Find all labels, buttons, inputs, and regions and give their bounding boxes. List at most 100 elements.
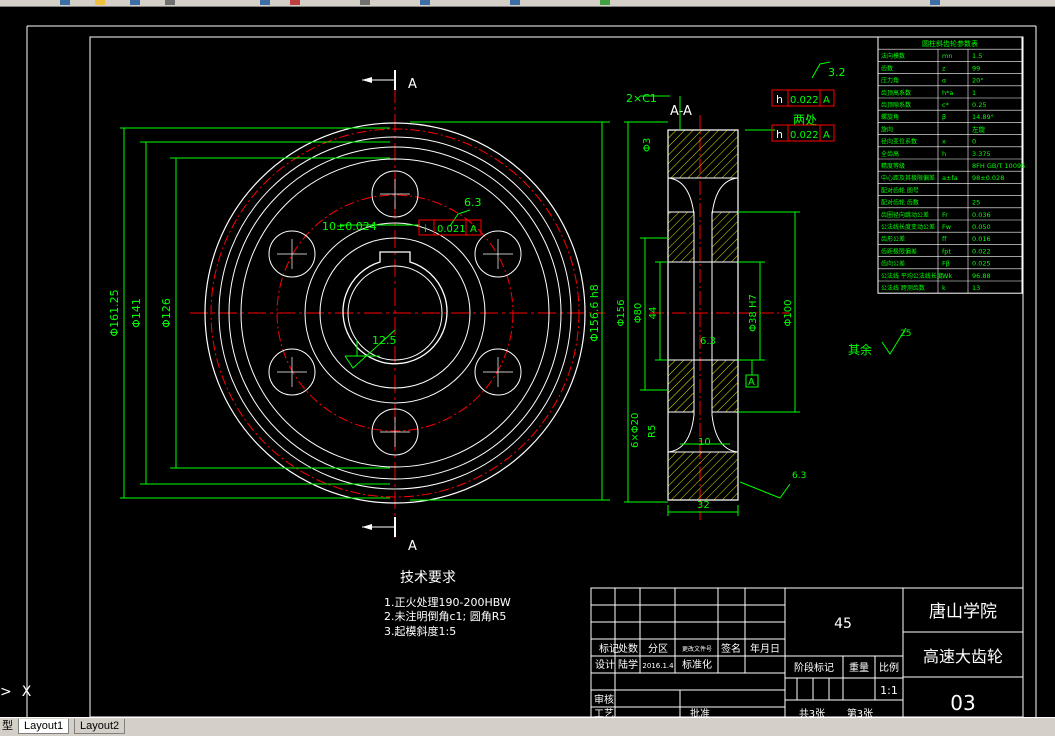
ucs-icon: > X bbox=[0, 684, 31, 700]
dim-d1: Φ161.25 bbox=[108, 289, 121, 336]
print-icon[interactable] bbox=[165, 0, 175, 5]
fcf-side-datum: A bbox=[823, 130, 830, 141]
tb-weight-label: 重量 bbox=[849, 661, 869, 674]
tb-design-label: 设计 bbox=[595, 658, 615, 671]
gear-table-param: 齿形公差 bbox=[881, 235, 905, 243]
rough-rest: 其余 bbox=[848, 342, 872, 357]
gear-table-param: 中心距及其极限偏差 bbox=[881, 174, 935, 182]
tb-col-sign: 签名 bbox=[721, 642, 741, 655]
gear-table-symbol: Fr bbox=[942, 211, 948, 219]
datum-a: A bbox=[748, 377, 755, 388]
dim-d80: Φ80 bbox=[633, 303, 644, 324]
gear-table-param: 精度等级 bbox=[881, 162, 905, 170]
gear-table-param: 齿向公差 bbox=[881, 260, 905, 268]
tb-part-name: 高速大齿轮 bbox=[923, 647, 1003, 666]
gear-table-param: 齿圈径向跳动公差 bbox=[881, 211, 929, 219]
gear-table-symbol: Fβ bbox=[942, 260, 950, 268]
dim-face: Φ3 bbox=[642, 138, 653, 152]
tb-stage-label: 阶段标记 bbox=[794, 661, 834, 674]
rough-keyway: 6.3 bbox=[464, 196, 482, 209]
gear-table-param: 螺旋角 bbox=[881, 113, 899, 121]
fcf-keyway-datum: A bbox=[470, 224, 477, 235]
cut-icon[interactable] bbox=[260, 0, 270, 5]
dim-d3: Φ126 bbox=[160, 298, 173, 328]
gear-table-param: 公法线 跨测齿数 bbox=[881, 284, 925, 292]
section-dimension-lines bbox=[624, 61, 907, 516]
tb-sheets-total: 共3张 bbox=[799, 708, 825, 717]
tb-col-date: 年月日 bbox=[750, 642, 780, 655]
gear-table-symbol: Wk bbox=[942, 272, 952, 280]
gear-table-value: 14.89° bbox=[972, 113, 994, 121]
tb-col-count: 处数 bbox=[618, 642, 638, 655]
gear-table-param: 配对齿轮 齿数 bbox=[881, 199, 919, 207]
gear-table-symbol: α bbox=[942, 77, 946, 85]
gear-table-param: 旋向 bbox=[881, 125, 893, 133]
gear-table-symbol: h bbox=[942, 150, 946, 158]
open-icon[interactable] bbox=[95, 0, 105, 5]
gear-table-symbol: mn bbox=[942, 52, 952, 60]
drawing-canvas[interactable]: A A Φ161.25 Φ141 Φ126 Φ156.6 h8 10±0.024… bbox=[0, 6, 1055, 717]
gear-table-value: 1 bbox=[972, 89, 976, 97]
gear-table-value: 1.5 bbox=[972, 52, 982, 60]
dim-d156: Φ156 bbox=[616, 300, 627, 327]
gear-table-symbol: a±fa bbox=[942, 174, 958, 182]
gear-parameter-table: 圆柱斜齿轮参数表法向模数 mn 1.5 齿数 z 99 压力角 α 20° 齿顶高系数 h*a 1 齿顶… bbox=[877, 36, 1025, 294]
tb-approve-label: 批准 bbox=[690, 707, 710, 717]
front-dimension-lines bbox=[120, 121, 610, 501]
rough-web: 6.3 bbox=[700, 336, 716, 347]
tb-scale-value: 1:1 bbox=[880, 684, 898, 697]
gear-table-value: 0.036 bbox=[972, 211, 991, 219]
gear-table-value: 99 bbox=[972, 64, 980, 72]
new-icon[interactable] bbox=[60, 0, 70, 5]
layer-icon[interactable] bbox=[510, 0, 520, 5]
fcf-keyway-sym: i bbox=[424, 224, 427, 235]
tb-designer: 陆学 bbox=[618, 658, 638, 671]
section-view-label: A-A bbox=[670, 104, 692, 119]
gear-table-param: 压力角 bbox=[881, 77, 899, 85]
rough-side: 6.3 bbox=[792, 471, 806, 481]
gear-table-symbol: fpt bbox=[942, 247, 951, 255]
dim-d100: Φ100 bbox=[783, 300, 794, 327]
dim-chamfer: 2×C1 bbox=[626, 92, 657, 105]
fcf-top-datum: A bbox=[823, 95, 830, 106]
gear-table-param: 公法线 平均公法线长度 bbox=[881, 272, 943, 280]
help-icon[interactable] bbox=[930, 0, 940, 5]
gear-table-param: 齿距极限偏差 bbox=[881, 247, 917, 255]
gear-table-value: 左旋 bbox=[972, 124, 986, 133]
gear-table-value: 0.022 bbox=[972, 247, 991, 255]
tech-req-item-1: 1.正火处理190-200HBW bbox=[384, 596, 511, 609]
copy-icon[interactable] bbox=[290, 0, 300, 5]
gear-table-value: 20° bbox=[972, 77, 984, 85]
paste-icon[interactable] bbox=[360, 0, 370, 5]
layout-tab-bar: 型 Layout1 Layout2 bbox=[0, 717, 1055, 736]
gear-table-param: 法向模数 bbox=[881, 52, 905, 60]
gear-table-value: 8FH GB/T 10095 bbox=[972, 162, 1025, 170]
fcf-side-sym: h bbox=[776, 128, 783, 141]
front-view bbox=[190, 70, 605, 540]
save-icon[interactable] bbox=[130, 0, 140, 5]
gear-table-symbol: Fw bbox=[942, 223, 952, 231]
tab-model[interactable]: 型 bbox=[0, 719, 15, 733]
section-marker-bottom: A bbox=[408, 539, 417, 554]
tab-layout2[interactable]: Layout2 bbox=[74, 719, 126, 734]
properties-icon[interactable] bbox=[600, 0, 610, 5]
gear-table-param: 齿数 bbox=[881, 64, 893, 72]
fcf-top-sym: h bbox=[776, 93, 783, 106]
section-marker-top: A bbox=[408, 77, 417, 92]
gear-table-value: 0 bbox=[972, 138, 976, 146]
tb-process-label: 工艺 bbox=[594, 708, 614, 717]
tab-layout1[interactable]: Layout1 bbox=[18, 719, 70, 734]
fcf-top-val: 0.022 bbox=[790, 95, 819, 106]
ucs-x-label: X bbox=[21, 684, 32, 700]
tb-design-date: 2016.1.4 bbox=[642, 662, 674, 670]
gear-table-value: 98±0.028 bbox=[972, 174, 1004, 182]
undo-icon[interactable] bbox=[420, 0, 430, 5]
gear-table-param: 配对齿轮 图号 bbox=[881, 186, 919, 194]
gear-table-value: 0.016 bbox=[972, 235, 991, 243]
dim-fillet: R5 bbox=[647, 425, 658, 438]
gear-table-value: 0.025 bbox=[972, 260, 991, 268]
gear-table-param: 齿顶高系数 bbox=[881, 89, 911, 97]
rough-bore: 12.5 bbox=[372, 334, 397, 347]
gear-table-symbol: x bbox=[942, 138, 946, 146]
tb-review-label: 审核 bbox=[594, 693, 614, 706]
